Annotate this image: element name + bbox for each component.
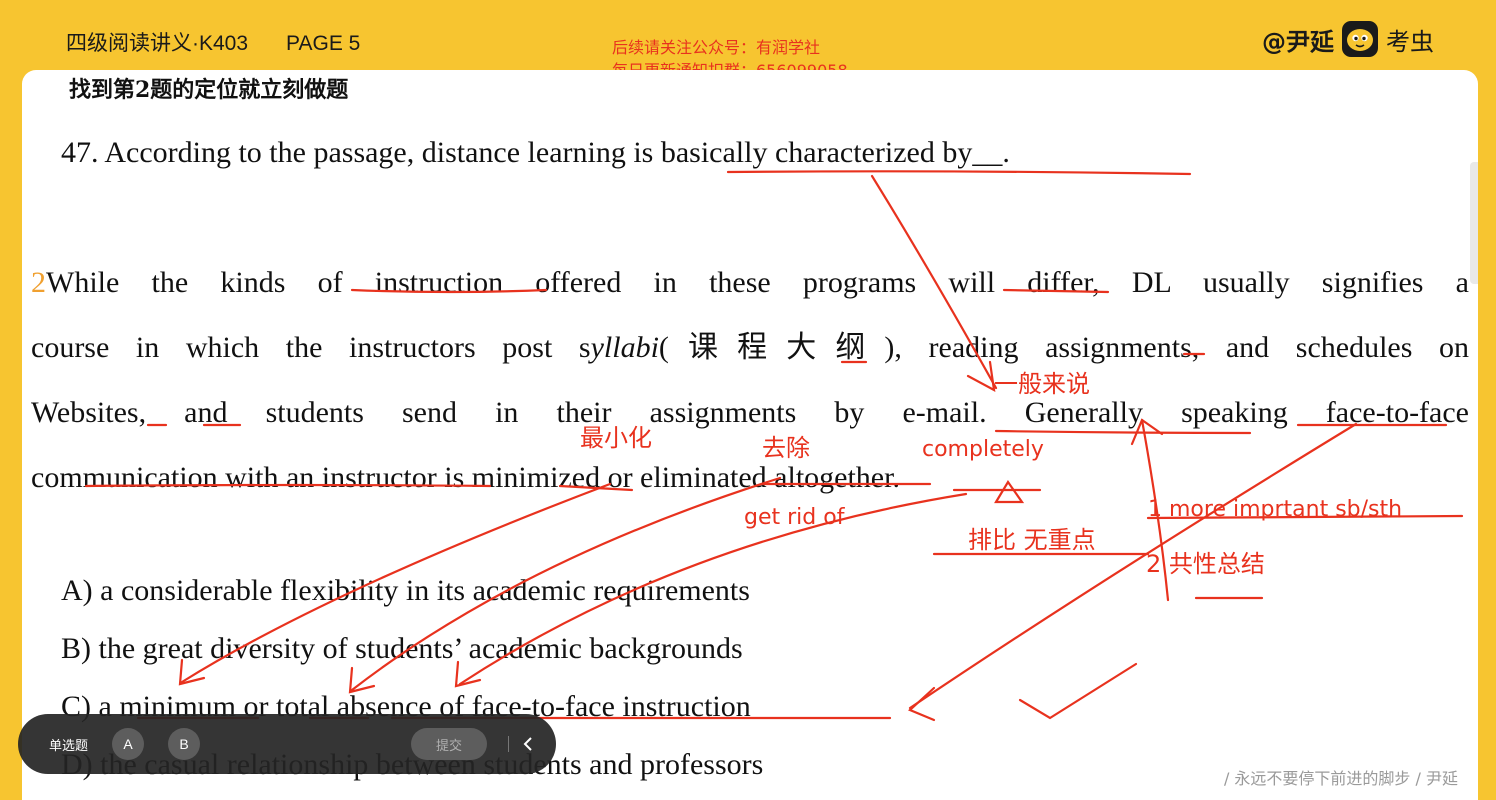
passage-line-4: communication with an instructor is mini… (31, 461, 900, 494)
footer-motto: / 永远不要停下前进的脚步 / 尹延 (1223, 769, 1458, 788)
passage-line-2-text: course in which the instructors post s (31, 331, 591, 364)
slide-instruction: 找到第2题的定位就立刻做题 (69, 77, 349, 103)
paragraph-number: 2 (31, 266, 46, 299)
option-b-button[interactable]: B (168, 728, 200, 760)
passage-line-2-rest: (课程大纲), reading assignments, and schedul… (658, 331, 1470, 364)
scroll-edge[interactable] (1470, 162, 1478, 284)
brand: @尹延 考虫 (1262, 20, 1434, 58)
teacher-handle: @尹延 (1262, 27, 1334, 56)
passage-line-2-italic: yllabi (590, 331, 659, 364)
course-title: 四级阅读讲义·K403 (66, 32, 249, 55)
passage-line-2: course in which the instructors post syl… (31, 315, 1469, 380)
passage-line-1: 2While the kinds of instruction offered … (31, 250, 1469, 315)
passage-paragraph: 2While the kinds of instruction offered … (31, 250, 1469, 510)
question-type-label: 单选题 (49, 738, 89, 754)
option-a-button[interactable]: A (112, 728, 144, 760)
logo-icon (1342, 21, 1378, 57)
option-a: A) a considerable flexibility in its aca… (61, 574, 750, 607)
slide-canvas: 找到第2题的定位就立刻做题 47. According to the passa… (22, 70, 1478, 800)
submit-button[interactable]: 提交 (411, 728, 487, 760)
option-b: B) the great diversity of students’ acad… (61, 632, 743, 665)
notice-line-1: 后续请关注公众号：有润学社 (612, 38, 821, 57)
brand-name: 考虫 (1386, 27, 1434, 56)
quiz-toolbar: 单选题 A B 提交 (18, 714, 556, 774)
question-stem: 47. According to the passage, distance l… (61, 136, 1010, 169)
page-label: PAGE 5 (286, 32, 361, 55)
header-left: 四级阅读讲义·K403 PAGE 5 (66, 27, 398, 57)
collapse-button[interactable] (516, 728, 540, 760)
toolbar-divider (508, 736, 509, 752)
passage-line-3: Websites, and students send in their ass… (31, 396, 1469, 429)
passage-line-1-text: While the kinds of instruction offered i… (46, 266, 1469, 299)
chevron-left-icon (523, 737, 532, 751)
